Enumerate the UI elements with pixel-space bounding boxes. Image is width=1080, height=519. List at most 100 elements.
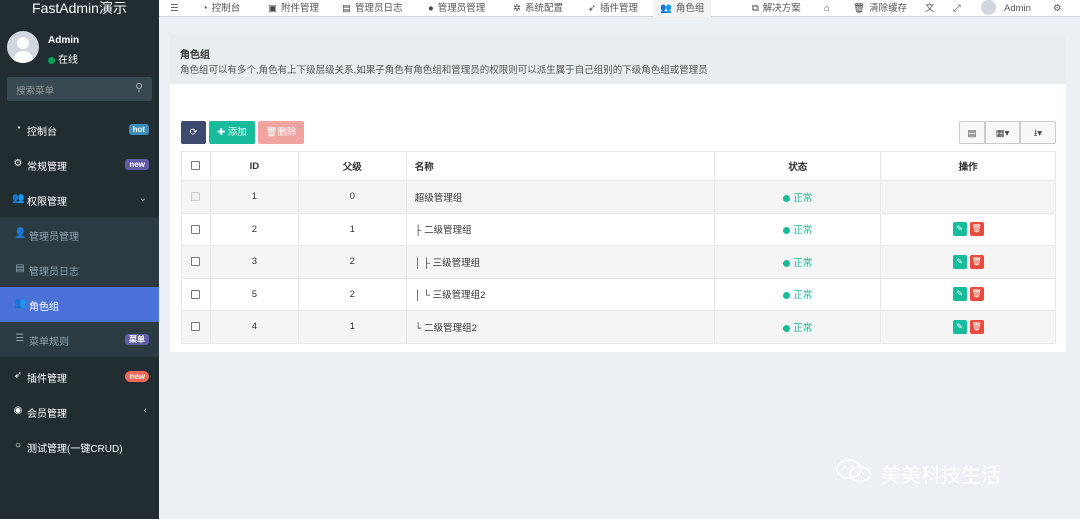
- table-row: 4 1 └ 二级管理组2 正常 ✎ 🗑: [181, 310, 1056, 344]
- online-dot-icon: [48, 57, 55, 64]
- user-name: Admin: [48, 35, 80, 46]
- home-icon[interactable]: ⌂: [824, 0, 830, 17]
- trash-icon: 🗑: [971, 224, 982, 234]
- delete-row-button[interactable]: 🗑: [969, 287, 984, 302]
- edit-button[interactable]: ✎: [952, 287, 967, 302]
- refresh-button[interactable]: ⟳: [181, 121, 206, 144]
- settings-icon[interactable]: ⚙: [1053, 0, 1062, 17]
- tab-group[interactable]: 👥 角色组: [653, 0, 712, 17]
- delete-row-button[interactable]: 🗑: [969, 222, 984, 237]
- top-navbar: ☰ ◔ 控制台 ▣ 附件管理 ▤ 管理员日志 ● 管理员管理 ✲ 系统配置 ➶ 插件管理 👥…: [159, 0, 1080, 17]
- sidebar-item-dashboard[interactable]: ◔ 控制台 hot: [0, 112, 159, 147]
- delete-label: 删除: [277, 127, 297, 138]
- col-id[interactable]: ID: [209, 151, 299, 181]
- toggle-view-button[interactable]: ▤: [959, 121, 985, 144]
- user-menu[interactable]: Admin: [981, 0, 1031, 17]
- row-checkbox[interactable]: [191, 289, 201, 299]
- sidebar-item-admin[interactable]: 👤 管理员管理: [0, 217, 159, 252]
- pencil-icon: ✎: [956, 256, 963, 266]
- group-panel: 角色组 角色组可以有多个,角色有上下级层级关系,如果子角色有角色组和管理员的权限…: [170, 34, 1066, 352]
- group-table: ID 父级 名称 状态 操作 1 0 超级管理组 正常 2 1 ├ 二级管理组 …: [181, 151, 1056, 344]
- col-pid[interactable]: 父级: [297, 151, 407, 181]
- table-header-row: ID 父级 名称 状态 操作: [181, 151, 1056, 181]
- sidebar-item-adminlog[interactable]: ▤ 管理员日志: [0, 252, 159, 287]
- row-select-cell: [181, 180, 211, 214]
- tab-adminlog[interactable]: ▤ 管理员日志: [342, 0, 403, 17]
- sidebar-item-addon[interactable]: ➶ 插件管理 new: [0, 359, 159, 394]
- tab-config[interactable]: ✲ 系统配置: [513, 0, 563, 17]
- col-status[interactable]: 状态: [714, 151, 882, 181]
- user-icon: 👤: [14, 228, 27, 239]
- delete-button[interactable]: 🗑删除: [258, 121, 304, 144]
- bars-icon: ☰: [15, 333, 25, 344]
- cell-status: 正常: [714, 180, 882, 214]
- sidebar-search-input[interactable]: 搜索菜单 ⚲: [7, 77, 152, 101]
- fullscreen-icon[interactable]: ⤢: [953, 0, 961, 17]
- cell-operate: ✎ 🗑: [880, 310, 1056, 344]
- clear-cache-label: 清除缓存: [869, 3, 908, 14]
- tab-dashboard[interactable]: ◔ 控制台: [202, 0, 240, 17]
- status-dot-icon: [783, 292, 791, 300]
- clear-cache-button[interactable]: 🗑 清除缓存: [853, 0, 907, 17]
- row-checkbox: [191, 192, 201, 202]
- search-placeholder: 搜索菜单: [16, 86, 55, 97]
- sidebar-item-label: 管理员管理: [29, 232, 79, 243]
- chevron-left-icon: ‹: [143, 405, 147, 416]
- tab-label: 管理员管理: [437, 3, 486, 14]
- edit-button[interactable]: ✎: [952, 319, 967, 334]
- edit-button[interactable]: ✎: [952, 254, 967, 269]
- main-content: 角色组 角色组可以有多个,角色有上下级层级关系,如果子角色有角色组和管理员的权限…: [159, 17, 1080, 519]
- sidebar-item-member[interactable]: ◉ 会员管理 ‹: [0, 394, 159, 429]
- group-icon: 👥: [660, 3, 672, 14]
- row-checkbox[interactable]: [191, 257, 201, 267]
- pencil-icon: ✎: [956, 321, 963, 331]
- select-all-cell: [181, 151, 211, 181]
- status-label: 正常: [793, 322, 813, 334]
- col-operate: 操作: [880, 151, 1056, 181]
- row-checkbox[interactable]: [191, 224, 201, 234]
- edit-button[interactable]: ✎: [952, 222, 967, 237]
- table-row: 5 2 │ └ 三级管理组2 正常 ✎ 🗑: [181, 277, 1056, 311]
- app-logo[interactable]: FastAdmin演示: [0, 0, 159, 17]
- columns-button[interactable]: ▦▾: [985, 121, 1020, 144]
- tab-attachment[interactable]: ▣ 附件管理: [268, 0, 319, 17]
- cell-id: 1: [209, 180, 299, 214]
- delete-row-button[interactable]: 🗑: [969, 254, 984, 269]
- sidebar-item-general[interactable]: ⚙ 常规管理 new: [0, 147, 159, 182]
- tab-addon[interactable]: ➶ 插件管理: [588, 0, 638, 17]
- list-alt-icon: ▤: [342, 3, 351, 14]
- watermark: 美美科技生活: [835, 455, 1055, 487]
- sidebar-toggle-icon[interactable]: ☰: [170, 0, 179, 17]
- status-label: 正常: [793, 225, 813, 237]
- table-row: 1 0 超级管理组 正常: [181, 180, 1056, 214]
- col-name[interactable]: 名称: [405, 151, 716, 181]
- language-icon[interactable]: 文: [925, 0, 935, 17]
- search-icon[interactable]: ⚲: [135, 81, 143, 94]
- sidebar-item-group[interactable]: 👥 角色组: [0, 287, 159, 322]
- sitemap-icon: ⧉: [752, 3, 759, 14]
- delete-row-button[interactable]: 🗑: [969, 319, 984, 334]
- user-menu-label: Admin: [1004, 3, 1031, 14]
- sidebar-item-test[interactable]: ○ 测试管理(一键CRUD): [0, 429, 159, 464]
- download-icon: ⭳▾: [1033, 128, 1043, 139]
- row-checkbox[interactable]: [191, 322, 201, 332]
- solutions-link[interactable]: ⧉ 解决方案: [752, 0, 801, 17]
- status-dot-icon: [783, 194, 791, 202]
- tab-label: 系统配置: [524, 3, 563, 14]
- cell-id: 4: [209, 310, 299, 344]
- row-select-cell: [181, 245, 211, 279]
- row-select-cell: [181, 212, 211, 246]
- status-dot-icon: [783, 227, 791, 235]
- add-button[interactable]: ✚ 添加: [209, 121, 255, 144]
- status-label: 正常: [793, 290, 813, 302]
- dashboard-icon: ◔: [14, 123, 22, 134]
- sidebar-item-rule[interactable]: ☰ 菜单规则 菜单: [0, 322, 159, 357]
- cell-id: 5: [209, 277, 299, 311]
- sidebar-item-auth[interactable]: 👥 权限管理 ⌄: [0, 182, 159, 217]
- tab-admin[interactable]: ● 管理员管理: [428, 0, 485, 17]
- cell-operate: [880, 180, 1056, 214]
- select-all-checkbox[interactable]: [191, 161, 201, 171]
- export-button[interactable]: ⭳▾: [1020, 121, 1056, 144]
- new-badge: new: [125, 371, 149, 382]
- page-title: 角色组: [180, 50, 210, 61]
